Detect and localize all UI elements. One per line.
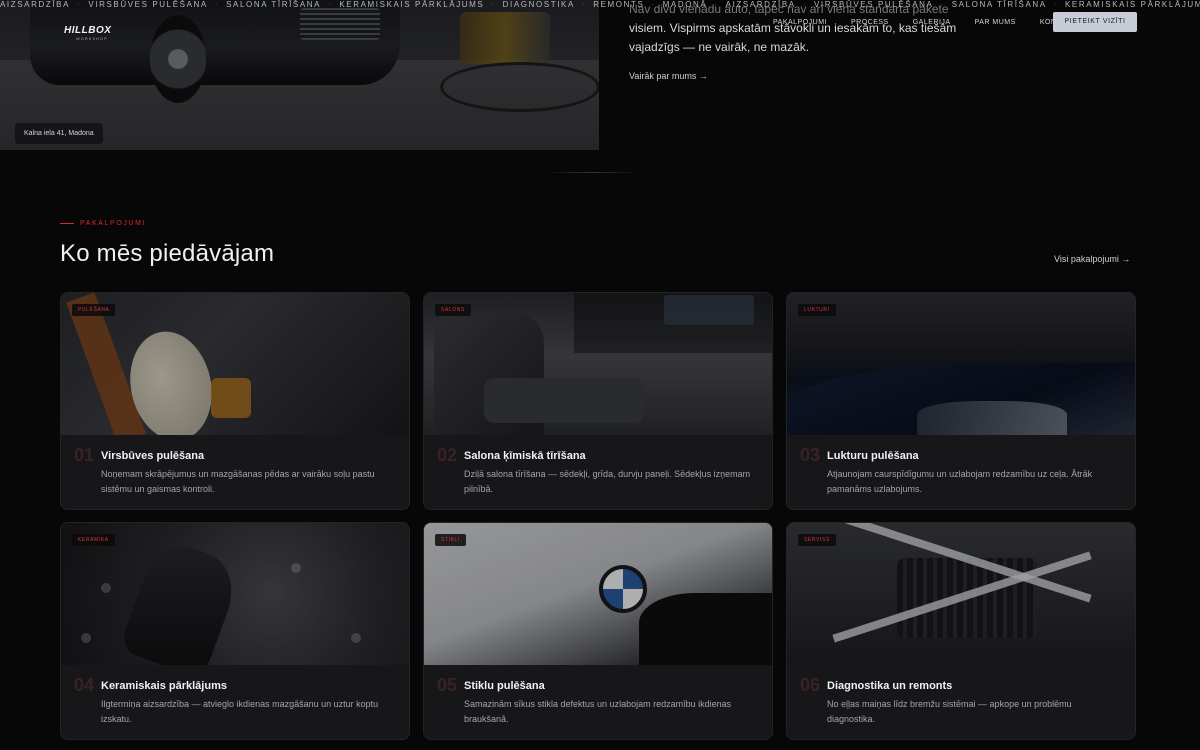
- card-image: Serviss: [787, 523, 1135, 665]
- service-card-interior[interactable]: Salons 02 Salona ķīmiskā tīrīšana Dziļā …: [423, 292, 773, 510]
- marquee-item: Madonā: [662, 0, 708, 9]
- marquee-item: Virsbūves pulēšana: [813, 0, 934, 9]
- marquee-dot: ·: [214, 0, 220, 9]
- marquee-item: Keramiskais pārklājums: [1065, 0, 1200, 9]
- card-tag: Pulēšana: [72, 304, 116, 316]
- photo-machine: [460, 12, 550, 64]
- marquee-item: Aizsardzība: [725, 0, 796, 9]
- marquee-dot: ·: [328, 0, 333, 9]
- card-number: 04: [74, 675, 95, 695]
- marquee-dot: ·: [802, 0, 807, 9]
- card-number: 02: [437, 445, 458, 465]
- card-tag: Keramika: [72, 534, 115, 546]
- card-image: Pulēšana: [61, 293, 409, 435]
- service-card-ceramic[interactable]: Keramika 04 Keramiskais pārklājums Ilgte…: [60, 522, 410, 740]
- services-marquee: Aizsardzība · Virsbūves pulēšana · Salona tī…: [0, 0, 1200, 10]
- card-title: Virsbūves pulēšana: [101, 450, 205, 462]
- book-visit-button[interactable]: Pieteikt vizīti: [1053, 12, 1137, 32]
- marquee-dot: ·: [651, 0, 656, 9]
- card-title: Salona ķīmiskā tīrīšana: [464, 450, 586, 462]
- all-services-link[interactable]: Visi pakalpojumi →: [1054, 254, 1130, 264]
- hero-text-line: vajadzīgs — ne vairāk, ne mazāk.: [629, 40, 810, 54]
- card-image: Stikli: [424, 523, 772, 665]
- card-title: Stiklu pulēšana: [464, 680, 545, 692]
- photo-hose: [440, 62, 599, 112]
- service-card-service[interactable]: Serviss 06 Diagnostika un remonts No eļļ…: [786, 522, 1136, 740]
- photo-wheel: [150, 15, 206, 103]
- card-description: Noņemam skrāpējumus un mazgāšanas pēdas …: [101, 469, 375, 494]
- card-description: Atjaunojam caurspīdīgumu un uzlabojam re…: [827, 469, 1093, 494]
- card-title: Diagnostika un remonts: [827, 680, 953, 692]
- hillbox-logo: HILLBOX WORKSHOP: [64, 25, 112, 41]
- marquee-dot: ·: [77, 0, 82, 9]
- address-badge: Kalna iela 41, Madona: [15, 123, 103, 144]
- nav-item-galerija[interactable]: Galerija: [913, 19, 951, 26]
- marquee-item: Aizsardzība: [0, 0, 71, 9]
- marquee-item: Keramiskais pārklājums: [339, 0, 485, 9]
- nav-item-process[interactable]: Process: [851, 19, 889, 26]
- eyebrow-line: [60, 223, 74, 224]
- card-number: 03: [800, 445, 821, 465]
- card-tag: Salons: [435, 304, 471, 316]
- card-description: No eļļas maiņas līdz bremžu sistēmai — a…: [827, 699, 1072, 724]
- section-eyebrow: Pakalpojumi: [60, 220, 146, 227]
- card-tag: Stikli: [435, 534, 466, 546]
- card-number: 01: [74, 445, 95, 465]
- card-number: 05: [437, 675, 458, 695]
- card-image: Salons: [424, 293, 772, 435]
- marquee-item: Diagnostika: [502, 0, 575, 9]
- eyebrow-label: Pakalpojumi: [80, 220, 147, 227]
- card-image: Lukturi: [787, 293, 1135, 435]
- card-title: Lukturu pulēšana: [827, 450, 919, 462]
- marquee-item: Remonts: [593, 0, 645, 9]
- marquee-dot: ·: [940, 0, 945, 9]
- marquee-dot: ·: [714, 0, 719, 9]
- about-link[interactable]: Vairāk par mums →: [629, 71, 708, 81]
- marquee-item: Virsbūves pulēšana: [88, 0, 208, 9]
- service-card-headlights[interactable]: Lukturi 03 Lukturu pulēšana Atjaunojam c…: [786, 292, 1136, 510]
- hero-photo: HILLBOX WORKSHOP Kalna iela 41, Madona: [0, 0, 599, 150]
- card-tag: Lukturi: [798, 304, 836, 316]
- page: Aizsardzība · Virsbūves pulēšana · Salona tī…: [0, 0, 1200, 750]
- section-title: Ko mēs piedāvājam: [60, 240, 275, 267]
- marquee-item: Salona tīrīšana: [226, 0, 322, 9]
- photo-grille: [300, 8, 380, 40]
- card-tag: Serviss: [798, 534, 836, 546]
- marquee-dot: ·: [581, 0, 587, 9]
- marquee-dot: ·: [491, 0, 496, 9]
- marquee-item: Salona tīrīšana: [951, 0, 1047, 9]
- marquee-dot: ·: [1053, 0, 1058, 9]
- nav-item-par-mums[interactable]: Par mums: [975, 19, 1016, 26]
- card-image: Keramika: [61, 523, 409, 665]
- card-title: Keramiskais pārklājums: [101, 680, 227, 692]
- card-description: Ilgtermiņa aizsardzība — atvieglo ikdien…: [101, 699, 379, 724]
- hero-divider: [545, 172, 640, 173]
- card-description: Samazinām sīkus stikla defektus un uzlab…: [464, 699, 732, 724]
- service-card-glass[interactable]: Stikli 05 Stiklu pulēšana Samazinām sīku…: [423, 522, 773, 740]
- card-number: 06: [800, 675, 821, 695]
- card-description: Dziļā salona tīrīšana — sēdekļi, grīda, …: [464, 469, 751, 494]
- service-card-polishing[interactable]: Pulēšana 01 Virsbūves pulēšana Noņemam s…: [60, 292, 410, 510]
- nav-item-pakalpojumi[interactable]: Pakalpojumi: [773, 19, 827, 26]
